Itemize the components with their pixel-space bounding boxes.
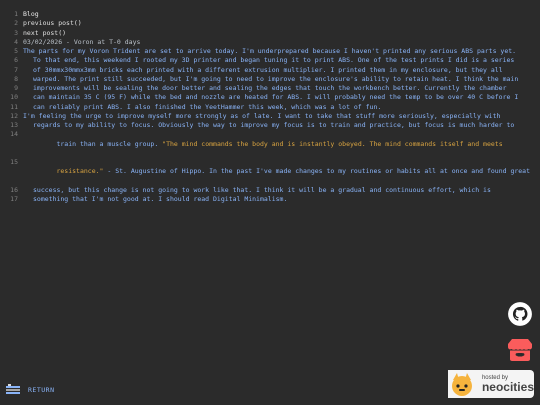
editor-line: 4 03/02/2026 - Voron at T-0 days xyxy=(0,38,540,47)
next-post-link[interactable]: next post() xyxy=(23,29,540,38)
neocities-cat-icon xyxy=(448,370,478,398)
line-number: 11 xyxy=(10,102,18,111)
github-link[interactable] xyxy=(506,300,534,328)
editor-line: 1 Blog xyxy=(0,10,540,19)
line-number: 16 xyxy=(10,185,18,194)
social-icons xyxy=(506,300,534,364)
paragraph-line: regards to my ability to focus. Obviousl… xyxy=(33,121,515,129)
line-number: 1 xyxy=(14,10,18,18)
line-number: 14 xyxy=(10,130,18,139)
line-number: 4 xyxy=(14,37,18,46)
editor-line: 2 previous post() xyxy=(0,19,540,28)
editor-line: 6 To that end, this weekend I rooted my … xyxy=(0,56,540,65)
line-number: 10 xyxy=(10,93,18,102)
neocities-text: hosted by neocities xyxy=(482,375,534,394)
quote-text: resistance." xyxy=(56,167,104,176)
paragraph-line: train than a muscle group. "The mind com… xyxy=(23,130,540,158)
neocities-big-label: neocities xyxy=(481,379,534,394)
paragraph-line: improvements will be sealing the door be… xyxy=(33,84,507,92)
line-number: 17 xyxy=(10,195,18,203)
page-title: Blog xyxy=(23,10,39,18)
github-icon xyxy=(508,302,532,326)
paragraph-line: of 30mmx30mmx3mm bricks each printed wit… xyxy=(33,65,503,74)
itchio-link[interactable] xyxy=(506,336,534,364)
paragraph-line: resistance." - St. Augustine of Hippo. I… xyxy=(23,158,540,186)
paragraph-line: To that end, this weekend I rooted my 3D… xyxy=(33,56,515,65)
editor-line: 10 can maintain 35 C (95 F) while the be… xyxy=(0,93,540,102)
paragraph-text: train than a muscle group. xyxy=(56,139,163,148)
editor-line: 16 success, but this change is not going… xyxy=(0,186,540,195)
editor-line: 3 next post() xyxy=(0,29,540,38)
paragraph-line: The parts for my Voron Trident are set t… xyxy=(23,47,517,55)
paragraph-line: something that I'm not good at. I should… xyxy=(33,195,288,203)
line-number: 15 xyxy=(10,158,18,166)
line-number: 7 xyxy=(14,65,18,74)
line-number: 6 xyxy=(14,56,18,65)
quote-text: "The mind commands the body and is insta… xyxy=(162,139,503,148)
editor-line: 5 The parts for my Voron Trident are set… xyxy=(0,47,540,56)
post-date-title: 03/02/2026 - Voron at T-0 days xyxy=(23,37,141,46)
line-number: 5 xyxy=(14,47,18,55)
editor-line: 13 regards to my ability to focus. Obvio… xyxy=(0,121,540,130)
line-number: 9 xyxy=(14,84,18,92)
editor-line: 17 something that I'm not good at. I sho… xyxy=(0,195,540,204)
paragraph-line: warped. The print still succeeded, but I… xyxy=(33,74,519,83)
books-icon xyxy=(6,384,20,394)
paragraph-line: can maintain 35 C (95 F) while the bed a… xyxy=(33,93,519,102)
paragraph-line: success, but this change is not going to… xyxy=(33,185,491,194)
return-row: RETURN xyxy=(6,384,54,396)
line-number: 2 xyxy=(14,19,18,28)
neocities-badge[interactable]: hosted by neocities xyxy=(448,370,534,398)
paragraph-line: can reliably print ABS. I also finished … xyxy=(33,102,382,111)
paragraph-line: I'm feeling the urge to improve myself m… xyxy=(23,111,501,120)
line-number: 13 xyxy=(10,121,18,129)
itchio-icon xyxy=(508,339,532,361)
editor-line: 11 can reliably print ABS. I also finish… xyxy=(0,103,540,112)
editor-line: 15 resistance." - St. Augustine of Hippo… xyxy=(0,158,540,186)
editor-line: 7 of 30mmx30mmx3mm bricks each printed w… xyxy=(0,66,540,75)
line-number: 12 xyxy=(10,111,18,120)
editor-line: 14 train than a muscle group. "The mind … xyxy=(0,130,540,158)
return-link[interactable]: RETURN xyxy=(28,386,54,394)
paragraph-text: - St. Augustine of Hippo. In the past I'… xyxy=(103,167,531,176)
code-editor: 1 Blog 2 previous post() 3 next post() 4… xyxy=(0,10,540,204)
editor-line: 9 improvements will be sealing the door … xyxy=(0,84,540,93)
line-number: 8 xyxy=(14,74,18,83)
line-number: 3 xyxy=(14,28,18,37)
editor-line: 8 warped. The print still succeeded, but… xyxy=(0,75,540,84)
previous-post-link[interactable]: previous post() xyxy=(23,19,540,28)
editor-line: 12 I'm feeling the urge to improve mysel… xyxy=(0,112,540,121)
